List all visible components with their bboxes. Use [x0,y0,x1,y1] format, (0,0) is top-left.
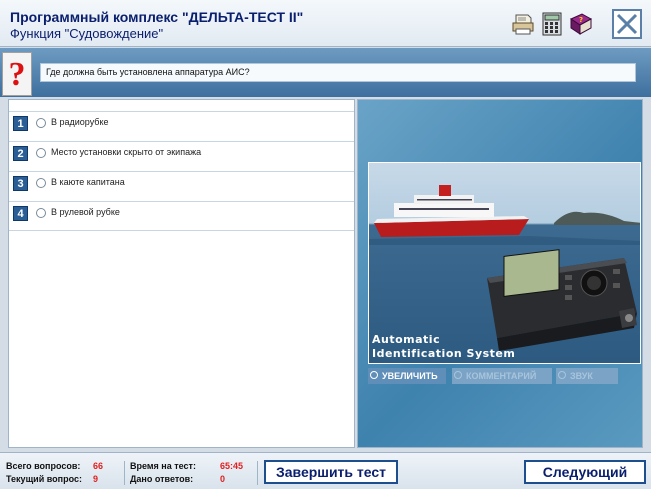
question-text: Где должна быть установлена аппаратура А… [40,63,636,82]
answer-number: 1 [13,116,28,131]
print-icon[interactable] [510,11,536,37]
total-questions-value: 66 [93,461,104,471]
svg-text:?: ? [579,16,583,24]
answered-value: 0 [220,474,226,484]
answer-number: 3 [13,176,28,191]
answer-radio[interactable] [36,118,46,128]
answer-option-1[interactable]: 1 В радиорубке [9,111,354,141]
close-button[interactable] [612,9,642,39]
sound-button[interactable]: ЗВУК [556,368,618,384]
answer-option-3[interactable]: 3 В каюте капитана [9,171,354,201]
next-button[interactable]: Следующий [524,460,646,484]
app-title: Программный комплекс "ДЕЛЬТА-ТЕСТ II" [10,9,304,25]
magnifier-icon [454,371,462,379]
current-question-value: 9 [93,474,99,484]
answered-label: Дано ответов: [130,474,194,484]
image-toolbar: УВЕЛИЧИТЬ КОММЕНТАРИЙ ЗВУК [368,367,641,385]
answer-radio[interactable] [36,208,46,218]
magnifier-icon [370,371,378,379]
app-header: Программный комплекс "ДЕЛЬТА-ТЕСТ II" Фу… [0,0,651,47]
answers-panel: 1 В радиорубке 2 Место установки скрыто … [8,99,355,448]
help-book-icon[interactable]: ? [568,11,594,37]
footer-divider [124,461,125,485]
question-mark-icon: ? [2,52,32,96]
answer-label: Место установки скрыто от экипажа [51,147,202,157]
calculator-icon[interactable] [539,11,565,37]
answer-option-2[interactable]: 2 Место установки скрыто от экипажа [9,141,354,171]
answer-radio[interactable] [36,148,46,158]
zoom-button-label: УВЕЛИЧИТЬ [382,371,438,381]
image-caption-line1: Automatic [372,333,441,346]
current-question-label: Текущий вопрос: [6,474,82,484]
answer-label: В рулевой рубке [51,207,120,217]
answer-number: 2 [13,146,28,161]
total-questions-label: Всего вопросов: [6,461,81,471]
illustration-panel: Automatic Identification System УВЕЛИЧИТ… [357,99,643,448]
time-value: 65:45 [220,461,244,471]
answer-radio[interactable] [36,178,46,188]
ais-illustration: Automatic Identification System [368,162,641,364]
comments-button[interactable]: КОММЕНТАРИЙ [452,368,552,384]
time-label: Время на тест: [130,461,196,471]
answer-label: В радиорубке [51,117,109,127]
finish-test-button[interactable]: Завершить тест [264,460,398,484]
function-subtitle: Функция "Судовождение" [10,26,164,41]
answer-label: В каюте капитана [51,177,125,187]
sound-button-label: ЗВУК [570,371,593,381]
zoom-button[interactable]: УВЕЛИЧИТЬ [368,368,446,384]
close-icon [616,13,638,35]
comments-button-label: КОММЕНТАРИЙ [466,371,537,381]
answer-number: 4 [13,206,28,221]
status-footer: Всего вопросов: 66 Текущий вопрос: 9 Вре… [0,452,651,489]
image-caption-line2: Identification System [372,347,516,360]
answer-option-4[interactable]: 4 В рулевой рубке [9,201,354,231]
magnifier-icon [558,371,566,379]
footer-divider [257,461,258,485]
